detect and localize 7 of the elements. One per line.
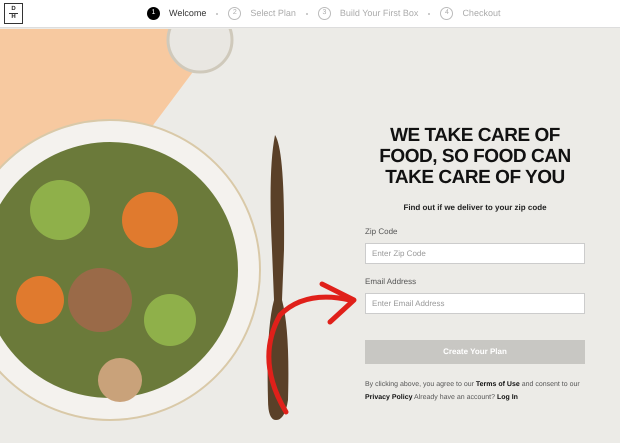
- field-label: Zip Code: [365, 226, 398, 238]
- headline: WE TAKE CARE OF FOOD, SO FOOD CAN TAKE CARE OF YOU: [378, 125, 572, 188]
- input-field[interactable]: Enter Email Address: [365, 293, 585, 314]
- step-tab[interactable]: Welcome: [169, 6, 206, 20]
- field-label: Email Address: [365, 276, 418, 288]
- input-field[interactable]: Enter Zip Code: [365, 243, 585, 264]
- subheading: Find out if we deliver to your zip code: [402, 202, 548, 214]
